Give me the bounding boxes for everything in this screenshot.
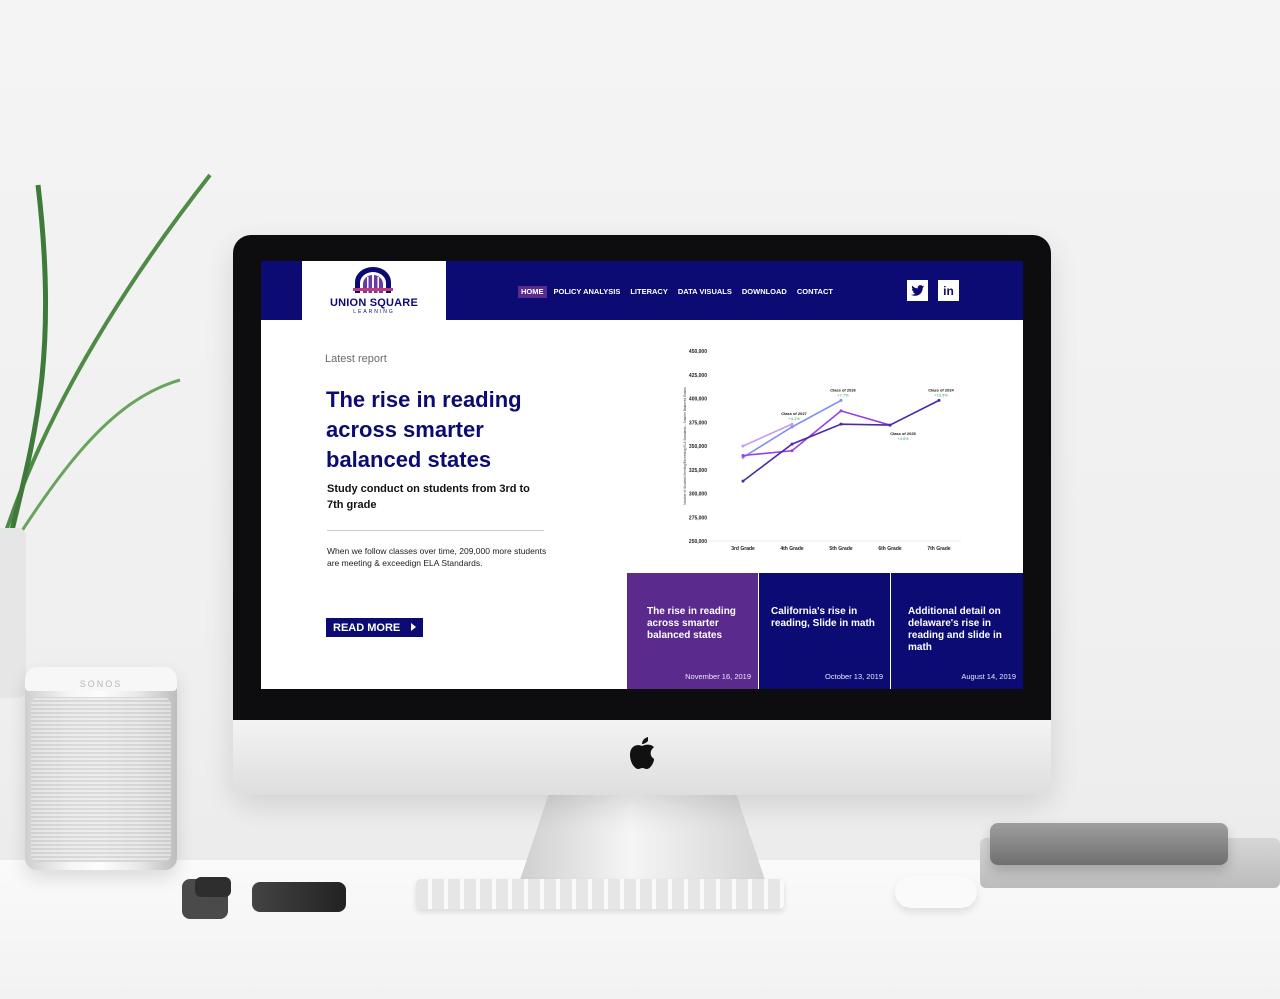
card-date: October 13, 2019 <box>825 672 883 681</box>
data-point <box>839 422 843 426</box>
line-chart: 450,000 425,000 400,000 375,000 350,000 325,0… <box>683 349 961 552</box>
y-tick-label: 450,000 <box>689 349 707 355</box>
nav-data-visuals[interactable]: DATA VISUALS <box>675 286 735 298</box>
nav-literacy[interactable]: LITERACY <box>627 286 671 298</box>
card-date: November 16, 2019 <box>685 672 751 681</box>
linkedin-glyph: in <box>943 283 954 298</box>
plant-decoration <box>0 173 212 566</box>
card-title: Additional detail on delaware's rise in … <box>908 606 1002 653</box>
hero-body: When we follow classes over time, 209,00… <box>327 546 547 568</box>
main-nav: HOME POLICY ANALYSIS LITERACY DATA VISUA… <box>518 286 836 298</box>
y-tick-label: 275,000 <box>689 515 707 521</box>
data-point <box>937 398 941 402</box>
smartphone <box>252 882 346 912</box>
read-more-label: READ MORE <box>333 621 401 634</box>
logo-subtitle: LEARNING <box>353 309 395 315</box>
read-more-button[interactable]: READ MORE <box>326 618 423 637</box>
series-change-label: +4.1% <box>788 416 800 421</box>
x-tick-label: 3rd Grade <box>731 546 755 552</box>
y-tick-label: 250,000 <box>689 539 707 545</box>
data-point <box>741 444 745 448</box>
eyebrow-latest-report: Latest report <box>325 353 387 365</box>
tablet <box>990 823 1228 865</box>
nav-contact[interactable]: CONTACT <box>794 286 836 298</box>
nav-home[interactable]: HOME <box>518 286 547 298</box>
card-date: August 14, 2019 <box>961 672 1016 681</box>
series-change-label: +7.7% <box>837 392 849 397</box>
twitter-bird-icon <box>910 284 924 296</box>
y-tick-label: 350,000 <box>689 444 707 450</box>
linkedin-icon[interactable]: in <box>938 280 959 301</box>
mouse <box>895 876 977 908</box>
series-line <box>742 409 891 457</box>
caret-right-icon <box>411 623 416 631</box>
data-point <box>790 422 794 426</box>
data-point <box>839 409 843 413</box>
y-axis-label: Number of Students Meeting/Exceeding ELA… <box>683 387 687 505</box>
speaker: SONOS <box>25 667 177 870</box>
data-point <box>741 479 745 483</box>
hero-headline: The rise in reading across smarter balan… <box>326 387 522 472</box>
card-title: The rise in reading across smarter balan… <box>647 606 736 641</box>
smartwatch-face <box>195 877 231 897</box>
series-change-label: +10.5% <box>934 392 948 397</box>
data-point <box>790 442 794 446</box>
speaker-grille <box>31 697 171 862</box>
article-card-2[interactable]: California's rise in reading, Slide in m… <box>759 573 890 689</box>
site-header: UNION SQUARE LEARNING HOME POLICY ANALYS… <box>261 261 1023 321</box>
twitter-icon[interactable] <box>907 280 928 301</box>
series-line <box>742 399 940 482</box>
speaker-brand: SONOS <box>79 679 123 689</box>
monitor-stand <box>520 792 765 880</box>
x-tick-label: 4th Grade <box>780 546 804 552</box>
series-change-label: +4.0% <box>897 436 909 441</box>
y-tick-label: 375,000 <box>689 420 707 426</box>
series-line <box>742 399 842 459</box>
y-tick-label: 325,000 <box>689 468 707 474</box>
logo[interactable]: UNION SQUARE LEARNING <box>302 261 446 321</box>
website-screen: UNION SQUARE LEARNING HOME POLICY ANALYS… <box>261 261 1023 689</box>
nav-policy-analysis[interactable]: POLICY ANALYSIS <box>551 286 624 298</box>
article-card-3[interactable]: Additional detail on delaware's rise in … <box>891 573 1023 689</box>
divider <box>327 530 544 531</box>
logo-title: UNION SQUARE <box>330 297 418 309</box>
x-tick-label: 6th Grade <box>878 546 902 552</box>
data-point <box>790 449 794 453</box>
article-card-1[interactable]: The rise in reading across smarter balan… <box>627 573 758 689</box>
nav-download[interactable]: DOWNLOAD <box>739 286 790 298</box>
y-tick-label: 300,000 <box>689 492 707 498</box>
x-tick-label: 5th Grade <box>829 546 853 552</box>
card-title: California's rise in reading, Slide in m… <box>771 606 875 629</box>
hero-subhead: Study conduct on students from 3rd to 7t… <box>327 483 530 511</box>
data-point <box>741 454 745 457</box>
apple-icon <box>630 737 654 769</box>
y-tick-label: 425,000 <box>689 373 707 379</box>
plant-pot <box>0 528 26 698</box>
x-tick-label: 7th Grade <box>927 546 951 552</box>
keyboard <box>416 879 784 909</box>
data-point <box>839 398 843 402</box>
y-tick-label: 400,000 <box>689 397 707 403</box>
data-point <box>790 425 794 429</box>
dome-logo-icon <box>353 267 393 293</box>
data-point <box>888 423 892 427</box>
